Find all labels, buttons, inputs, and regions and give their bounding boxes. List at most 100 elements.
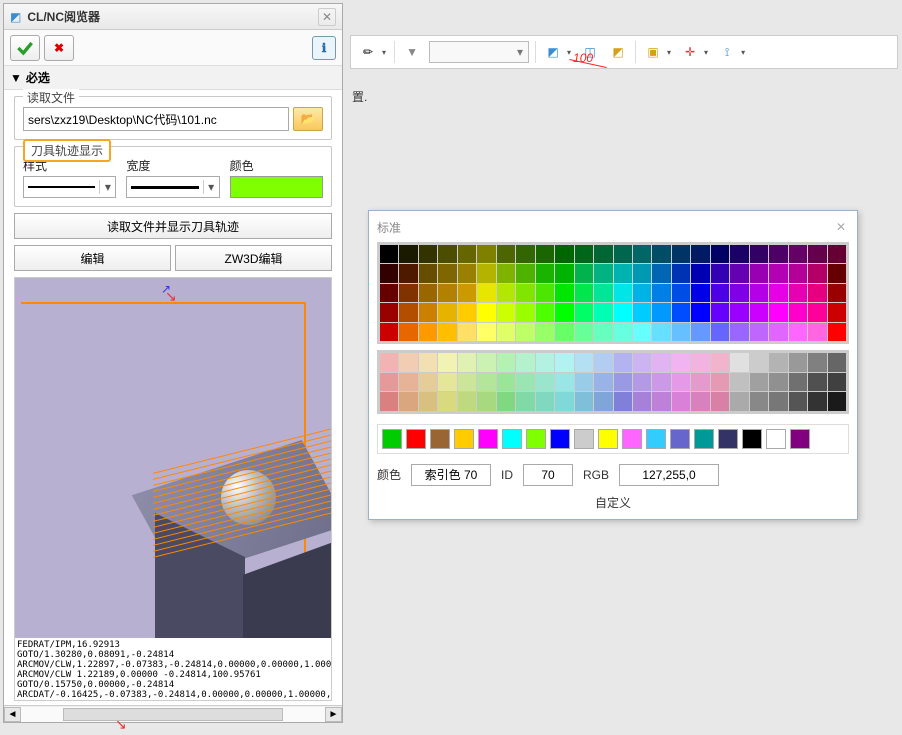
recent-swatch[interactable] [454, 429, 474, 449]
color-swatch[interactable] [691, 353, 709, 371]
measure-icon[interactable]: ⟟ [716, 41, 738, 63]
color-swatch[interactable] [691, 392, 709, 410]
color-swatch[interactable] [789, 392, 807, 410]
color-swatch[interactable] [691, 323, 709, 341]
color-swatch[interactable] [536, 284, 554, 302]
color-swatch[interactable] [419, 373, 437, 391]
color-swatch[interactable] [555, 353, 573, 371]
color-swatch[interactable] [575, 264, 593, 282]
color-swatch[interactable] [575, 284, 593, 302]
color-swatch[interactable] [458, 245, 476, 263]
filter-icon[interactable]: ▼ [401, 41, 423, 63]
color-swatch[interactable] [497, 323, 515, 341]
color-swatch[interactable] [399, 245, 417, 263]
file-path-input[interactable] [23, 107, 289, 131]
color-swatch[interactable] [516, 303, 534, 321]
color-swatch[interactable] [438, 353, 456, 371]
recent-swatch[interactable] [670, 429, 690, 449]
recent-swatch[interactable] [430, 429, 450, 449]
color-swatch[interactable] [555, 264, 573, 282]
color-swatch[interactable] [614, 323, 632, 341]
color-swatch[interactable] [419, 392, 437, 410]
index-color-input[interactable] [411, 464, 491, 486]
color-swatch[interactable] [516, 323, 534, 341]
color-swatch[interactable] [730, 303, 748, 321]
read-and-show-button[interactable]: 读取文件并显示刀具轨迹 [14, 213, 332, 239]
color-swatch-button[interactable] [230, 176, 323, 198]
color-swatch[interactable] [828, 245, 846, 263]
color-swatch[interactable] [808, 303, 826, 321]
info-button[interactable]: ℹ [312, 36, 336, 60]
color-swatch[interactable] [789, 323, 807, 341]
color-swatch[interactable] [652, 373, 670, 391]
scroll-right-icon[interactable]: ► [325, 707, 342, 722]
color-swatch[interactable] [789, 373, 807, 391]
color-swatch[interactable] [497, 264, 515, 282]
gold-cube-icon[interactable]: ◩ [607, 41, 629, 63]
color-swatch[interactable] [652, 245, 670, 263]
color-swatch[interactable] [808, 323, 826, 341]
color-swatch[interactable] [614, 303, 632, 321]
color-swatch[interactable] [828, 353, 846, 371]
color-swatch[interactable] [497, 284, 515, 302]
color-swatch[interactable] [652, 323, 670, 341]
color-swatch[interactable] [458, 353, 476, 371]
color-swatch[interactable] [438, 323, 456, 341]
recent-swatch[interactable] [622, 429, 642, 449]
color-swatch[interactable] [808, 373, 826, 391]
color-swatch[interactable] [458, 373, 476, 391]
color-swatch[interactable] [750, 323, 768, 341]
color-swatch[interactable] [419, 303, 437, 321]
color-swatch[interactable] [536, 373, 554, 391]
color-swatch[interactable] [555, 373, 573, 391]
scroll-thumb[interactable] [63, 708, 283, 721]
color-swatch[interactable] [594, 245, 612, 263]
color-swatch[interactable] [380, 323, 398, 341]
color-swatch[interactable] [477, 264, 495, 282]
recent-swatch[interactable] [574, 429, 594, 449]
cancel-button[interactable]: ✖ [44, 35, 74, 61]
eraser-icon[interactable]: ✏ [357, 41, 379, 63]
color-swatch[interactable] [672, 264, 690, 282]
recent-swatch[interactable] [382, 429, 402, 449]
color-swatch[interactable] [789, 264, 807, 282]
color-swatch[interactable] [750, 303, 768, 321]
color-swatch[interactable] [438, 373, 456, 391]
color-swatch[interactable] [652, 264, 670, 282]
color-swatch[interactable] [614, 264, 632, 282]
color-swatch[interactable] [575, 245, 593, 263]
scroll-left-icon[interactable]: ◄ [4, 707, 21, 722]
color-swatch[interactable] [399, 284, 417, 302]
color-swatch[interactable] [769, 392, 787, 410]
color-swatch[interactable] [808, 264, 826, 282]
color-swatch[interactable] [750, 353, 768, 371]
color-swatch[interactable] [477, 373, 495, 391]
color-swatch[interactable] [769, 323, 787, 341]
color-swatch[interactable] [477, 245, 495, 263]
recent-swatch[interactable] [742, 429, 762, 449]
color-swatch[interactable] [438, 284, 456, 302]
color-swatch[interactable] [711, 323, 729, 341]
colorpicker-close-icon[interactable]: ✕ [833, 220, 849, 236]
recent-swatch[interactable] [598, 429, 618, 449]
recent-swatch[interactable] [526, 429, 546, 449]
color-swatch[interactable] [633, 303, 651, 321]
close-icon[interactable]: ✕ [318, 8, 336, 26]
color-swatch[interactable] [380, 373, 398, 391]
color-swatch[interactable] [497, 245, 515, 263]
color-swatch[interactable] [555, 323, 573, 341]
color-swatch[interactable] [575, 373, 593, 391]
color-swatch[interactable] [750, 373, 768, 391]
color-swatch[interactable] [399, 353, 417, 371]
color-swatch[interactable] [555, 392, 573, 410]
color-swatch[interactable] [633, 264, 651, 282]
color-swatch[interactable] [808, 284, 826, 302]
color-swatch[interactable] [730, 245, 748, 263]
color-swatch[interactable] [614, 245, 632, 263]
recent-swatch[interactable] [502, 429, 522, 449]
color-swatch[interactable] [419, 284, 437, 302]
color-swatch[interactable] [691, 264, 709, 282]
section-header-required[interactable]: ▼ 必选 [4, 66, 342, 90]
color-swatch[interactable] [536, 323, 554, 341]
color-swatch[interactable] [691, 284, 709, 302]
